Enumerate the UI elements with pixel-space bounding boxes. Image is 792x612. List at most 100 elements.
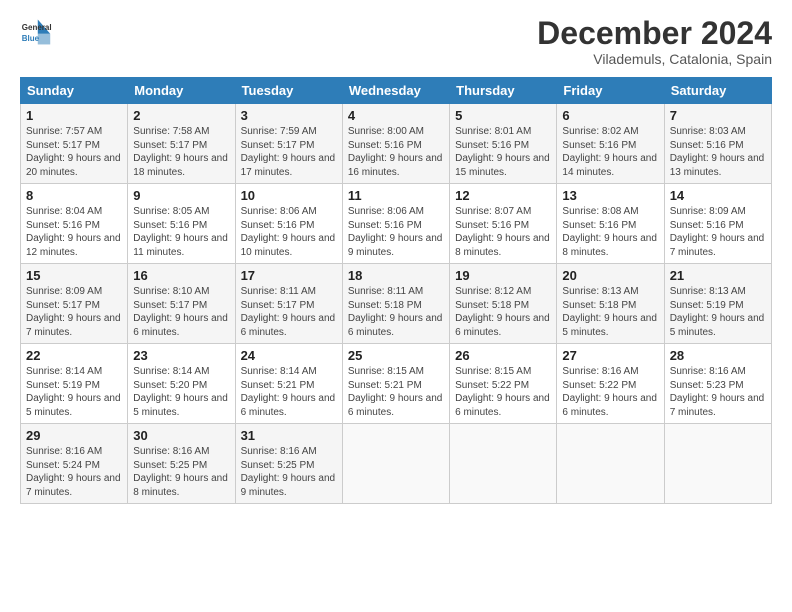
day-info: Sunrise: 8:15 AMSunset: 5:22 PMDaylight:…	[455, 366, 550, 418]
calendar-cell	[664, 424, 771, 504]
day-number: 12	[455, 188, 551, 203]
day-number: 10	[241, 188, 337, 203]
day-info: Sunrise: 8:16 AMSunset: 5:23 PMDaylight:…	[670, 366, 765, 418]
week-row-3: 15 Sunrise: 8:09 AMSunset: 5:17 PMDayligh…	[21, 264, 772, 344]
day-number: 29	[26, 428, 122, 443]
logo: General Blue	[20, 16, 52, 48]
calendar-cell: 18 Sunrise: 8:11 AMSunset: 5:18 PMDayligh…	[342, 264, 449, 344]
day-number: 13	[562, 188, 658, 203]
calendar-cell: 12 Sunrise: 8:07 AMSunset: 5:16 PMDayligh…	[450, 184, 557, 264]
day-number: 9	[133, 188, 229, 203]
calendar-cell: 13 Sunrise: 8:08 AMSunset: 5:16 PMDayligh…	[557, 184, 664, 264]
day-info: Sunrise: 8:04 AMSunset: 5:16 PMDaylight:…	[26, 206, 121, 258]
day-number: 15	[26, 268, 122, 283]
day-info: Sunrise: 8:08 AMSunset: 5:16 PMDaylight:…	[562, 206, 657, 258]
header-tuesday: Tuesday	[235, 78, 342, 104]
calendar-cell: 14 Sunrise: 8:09 AMSunset: 5:16 PMDayligh…	[664, 184, 771, 264]
day-info: Sunrise: 7:57 AMSunset: 5:17 PMDaylight:…	[26, 126, 121, 178]
header-sunday: Sunday	[21, 78, 128, 104]
day-info: Sunrise: 8:00 AMSunset: 5:16 PMDaylight:…	[348, 126, 443, 178]
svg-text:General: General	[22, 23, 52, 32]
day-number: 20	[562, 268, 658, 283]
day-number: 17	[241, 268, 337, 283]
day-number: 1	[26, 108, 122, 123]
day-info: Sunrise: 8:11 AMSunset: 5:18 PMDaylight:…	[348, 286, 443, 338]
calendar-cell: 9 Sunrise: 8:05 AMSunset: 5:16 PMDaylight…	[128, 184, 235, 264]
weekday-header-row: Sunday Monday Tuesday Wednesday Thursday…	[21, 78, 772, 104]
calendar-cell: 2 Sunrise: 7:58 AMSunset: 5:17 PMDaylight…	[128, 104, 235, 184]
day-info: Sunrise: 8:05 AMSunset: 5:16 PMDaylight:…	[133, 206, 228, 258]
day-info: Sunrise: 8:09 AMSunset: 5:17 PMDaylight:…	[26, 286, 121, 338]
calendar-cell: 24Sunrise: 8:14 AMSunset: 5:21 PMDayligh…	[235, 344, 342, 424]
header-monday: Monday	[128, 78, 235, 104]
day-info: Sunrise: 7:59 AMSunset: 5:17 PMDaylight:…	[241, 126, 336, 178]
day-number: 18	[348, 268, 444, 283]
day-info: Sunrise: 8:16 AMSunset: 5:24 PMDaylight:…	[26, 446, 121, 498]
day-number: 26	[455, 348, 551, 363]
calendar-cell: 22Sunrise: 8:14 AMSunset: 5:19 PMDayligh…	[21, 344, 128, 424]
calendar-cell: 10 Sunrise: 8:06 AMSunset: 5:16 PMDayligh…	[235, 184, 342, 264]
calendar-cell: 27Sunrise: 8:16 AMSunset: 5:22 PMDayligh…	[557, 344, 664, 424]
svg-text:Blue: Blue	[22, 34, 40, 43]
calendar-cell: 31 Sunrise: 8:16 AMSunset: 5:25 PMDayligh…	[235, 424, 342, 504]
location: Vilademuls, Catalonia, Spain	[537, 51, 772, 67]
day-number: 8	[26, 188, 122, 203]
calendar-cell: 16 Sunrise: 8:10 AMSunset: 5:17 PMDayligh…	[128, 264, 235, 344]
day-number: 16	[133, 268, 229, 283]
day-number: 27	[562, 348, 658, 363]
header-wednesday: Wednesday	[342, 78, 449, 104]
calendar-cell: 7 Sunrise: 8:03 AMSunset: 5:16 PMDaylight…	[664, 104, 771, 184]
day-number: 5	[455, 108, 551, 123]
day-info: Sunrise: 8:06 AMSunset: 5:16 PMDaylight:…	[348, 206, 443, 258]
title-block: December 2024 Vilademuls, Catalonia, Spa…	[537, 16, 772, 67]
day-number: 3	[241, 108, 337, 123]
calendar-cell: 11 Sunrise: 8:06 AMSunset: 5:16 PMDayligh…	[342, 184, 449, 264]
day-info: Sunrise: 8:09 AMSunset: 5:16 PMDaylight:…	[670, 206, 765, 258]
calendar-cell: 28 Sunrise: 8:16 AMSunset: 5:23 PMDayligh…	[664, 344, 771, 424]
calendar-cell: 25Sunrise: 8:15 AMSunset: 5:21 PMDayligh…	[342, 344, 449, 424]
day-number: 11	[348, 188, 444, 203]
calendar-cell: 17 Sunrise: 8:11 AMSunset: 5:17 PMDayligh…	[235, 264, 342, 344]
day-number: 24	[241, 348, 337, 363]
calendar-cell	[450, 424, 557, 504]
day-info: Sunrise: 8:13 AMSunset: 5:19 PMDaylight:…	[670, 286, 765, 338]
day-info: Sunrise: 8:06 AMSunset: 5:16 PMDaylight:…	[241, 206, 336, 258]
day-number: 4	[348, 108, 444, 123]
day-info: Sunrise: 8:10 AMSunset: 5:17 PMDaylight:…	[133, 286, 228, 338]
calendar-cell: 19 Sunrise: 8:12 AMSunset: 5:18 PMDayligh…	[450, 264, 557, 344]
day-info: Sunrise: 8:13 AMSunset: 5:18 PMDaylight:…	[562, 286, 657, 338]
day-info: Sunrise: 8:07 AMSunset: 5:16 PMDaylight:…	[455, 206, 550, 258]
calendar-cell: 15 Sunrise: 8:09 AMSunset: 5:17 PMDayligh…	[21, 264, 128, 344]
header-thursday: Thursday	[450, 78, 557, 104]
calendar-cell	[557, 424, 664, 504]
day-info: Sunrise: 7:58 AMSunset: 5:17 PMDaylight:…	[133, 126, 228, 178]
day-info: Sunrise: 8:12 AMSunset: 5:18 PMDaylight:…	[455, 286, 550, 338]
day-number: 28	[670, 348, 766, 363]
day-info: Sunrise: 8:02 AMSunset: 5:16 PMDaylight:…	[562, 126, 657, 178]
day-number: 2	[133, 108, 229, 123]
day-info: Sunrise: 8:16 AMSunset: 5:25 PMDaylight:…	[133, 446, 228, 498]
calendar-cell	[342, 424, 449, 504]
day-info: Sunrise: 8:16 AMSunset: 5:25 PMDaylight:…	[241, 446, 336, 498]
calendar-cell: 29 Sunrise: 8:16 AMSunset: 5:24 PMDayligh…	[21, 424, 128, 504]
day-number: 19	[455, 268, 551, 283]
logo-icon: General Blue	[20, 16, 52, 48]
day-number: 6	[562, 108, 658, 123]
day-number: 7	[670, 108, 766, 123]
day-number: 14	[670, 188, 766, 203]
day-info: Sunrise: 8:11 AMSunset: 5:17 PMDaylight:…	[241, 286, 336, 338]
header: General Blue December 2024 Vilademuls, C…	[20, 16, 772, 67]
calendar-cell: 21Sunrise: 8:13 AMSunset: 5:19 PMDayligh…	[664, 264, 771, 344]
day-number: 31	[241, 428, 337, 443]
calendar-cell: 1 Sunrise: 7:57 AMSunset: 5:17 PMDaylight…	[21, 104, 128, 184]
calendar-cell: 5Sunrise: 8:01 AMSunset: 5:16 PMDaylight…	[450, 104, 557, 184]
calendar-cell: 4 Sunrise: 8:00 AMSunset: 5:16 PMDaylight…	[342, 104, 449, 184]
page: General Blue December 2024 Vilademuls, C…	[0, 0, 792, 612]
week-row-5: 29 Sunrise: 8:16 AMSunset: 5:24 PMDayligh…	[21, 424, 772, 504]
calendar-cell: 8 Sunrise: 8:04 AMSunset: 5:16 PMDaylight…	[21, 184, 128, 264]
week-row-1: 1 Sunrise: 7:57 AMSunset: 5:17 PMDaylight…	[21, 104, 772, 184]
calendar-cell: 3 Sunrise: 7:59 AMSunset: 5:17 PMDaylight…	[235, 104, 342, 184]
calendar-cell: 30Sunrise: 8:16 AMSunset: 5:25 PMDayligh…	[128, 424, 235, 504]
day-number: 23	[133, 348, 229, 363]
day-info: Sunrise: 8:03 AMSunset: 5:16 PMDaylight:…	[670, 126, 765, 178]
